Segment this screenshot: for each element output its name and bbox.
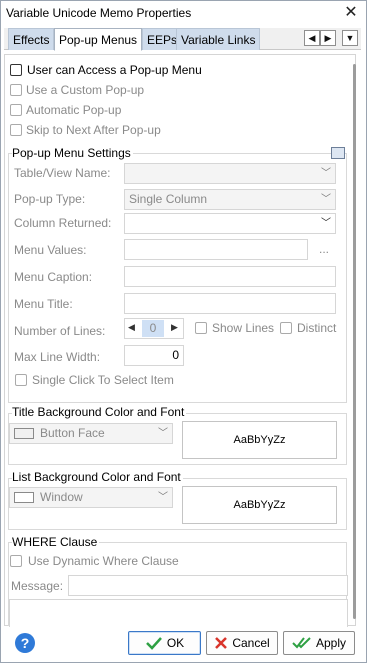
popup-type-select[interactable]: Single Column ﹀ (124, 189, 336, 210)
menu-caption-label: Menu Caption: (14, 270, 93, 284)
menu-caption-field[interactable] (124, 266, 336, 287)
dynamic-where-label: Use Dynamic Where Clause (28, 554, 179, 568)
menu-values-field[interactable] (124, 239, 308, 260)
menu-values-browse-button[interactable]: ... (319, 242, 329, 256)
column-returned-label: Column Returned: (14, 216, 112, 230)
tab-variable-links[interactable]: Variable Links (176, 28, 261, 50)
user-access-checkbox[interactable] (10, 64, 22, 76)
list-bg-color-select[interactable]: Window ﹀ (9, 487, 173, 508)
collapse-icon[interactable] (331, 147, 345, 159)
skip-next-label: Skip to Next After Pop-up (26, 123, 161, 137)
ok-button[interactable]: OK (128, 631, 201, 655)
color-swatch (14, 428, 34, 439)
show-lines-label: Show Lines (212, 321, 275, 335)
tab-effects[interactable]: Effects (8, 28, 55, 50)
number-lines-value[interactable]: 0 (142, 320, 164, 337)
window-title: Variable Unicode Memo Properties (6, 6, 192, 20)
vertical-scrollbar[interactable] (353, 64, 356, 619)
automatic-popup-label: Automatic Pop-up (26, 103, 122, 117)
popup-type-label: Pop-up Type: (14, 192, 86, 206)
distinct-label: Distinct (297, 321, 337, 335)
distinct-checkbox[interactable] (280, 322, 292, 334)
where-title: WHERE Clause (12, 535, 100, 549)
check-icon (145, 637, 162, 650)
dynamic-where-checkbox[interactable] (10, 555, 22, 567)
close-icon[interactable]: ✕ (340, 2, 362, 24)
column-returned-select[interactable]: ﹀ (124, 213, 336, 234)
cancel-x-icon (215, 637, 228, 649)
table-view-select[interactable]: ﹀ (124, 163, 336, 184)
message-field[interactable] (68, 575, 348, 596)
tab-popup-menus[interactable]: Pop-up Menus (54, 28, 143, 51)
menu-title-field[interactable] (124, 293, 336, 314)
custom-popup-label: Use a Custom Pop-up (26, 83, 145, 97)
list-bg-title: List Background Color and Font (12, 470, 183, 484)
automatic-popup-checkbox[interactable] (10, 104, 22, 116)
number-lines-stepper[interactable]: ◀ 0 ▶ (124, 318, 184, 339)
custom-popup-checkbox[interactable] (10, 84, 22, 96)
double-check-icon (292, 637, 311, 649)
tab-scroll-right-icon[interactable]: ▶ (320, 30, 336, 46)
single-click-checkbox[interactable] (15, 374, 27, 386)
max-line-width-label: Max Line Width: (14, 350, 101, 364)
menu-values-label: Menu Values: (14, 243, 87, 257)
color-swatch (14, 492, 34, 503)
popup-settings-title: Pop-up Menu Settings (12, 146, 133, 160)
user-access-label: User can Access a Pop-up Menu (27, 63, 202, 77)
apply-button[interactable]: Apply (283, 631, 355, 655)
cancel-button[interactable]: Cancel (206, 631, 278, 655)
help-icon[interactable]: ? (15, 633, 35, 653)
where-clause-text[interactable] (9, 599, 348, 627)
title-bg-color-select[interactable]: Button Face ﹀ (9, 423, 173, 444)
list-font-preview[interactable]: AaBbYyZz (182, 486, 337, 524)
skip-next-checkbox[interactable] (10, 124, 22, 136)
menu-title-label: Menu Title: (14, 297, 73, 311)
tab-menu-icon[interactable]: ▼ (342, 30, 358, 46)
message-label: Message: (11, 579, 64, 593)
tab-scroll-left-icon[interactable]: ◀ (304, 30, 320, 46)
max-line-width-field[interactable]: 0 (124, 345, 184, 366)
show-lines-checkbox[interactable] (195, 322, 207, 334)
single-click-label: Single Click To Select Item (32, 373, 174, 387)
title-bg-title: Title Background Color and Font (12, 405, 187, 419)
number-lines-label: Number of Lines: (14, 324, 106, 338)
title-font-preview[interactable]: AaBbYyZz (182, 421, 337, 459)
decrement-icon[interactable]: ◀ (128, 322, 135, 333)
table-view-label: Table/View Name: (14, 166, 111, 180)
increment-icon[interactable]: ▶ (171, 322, 178, 333)
